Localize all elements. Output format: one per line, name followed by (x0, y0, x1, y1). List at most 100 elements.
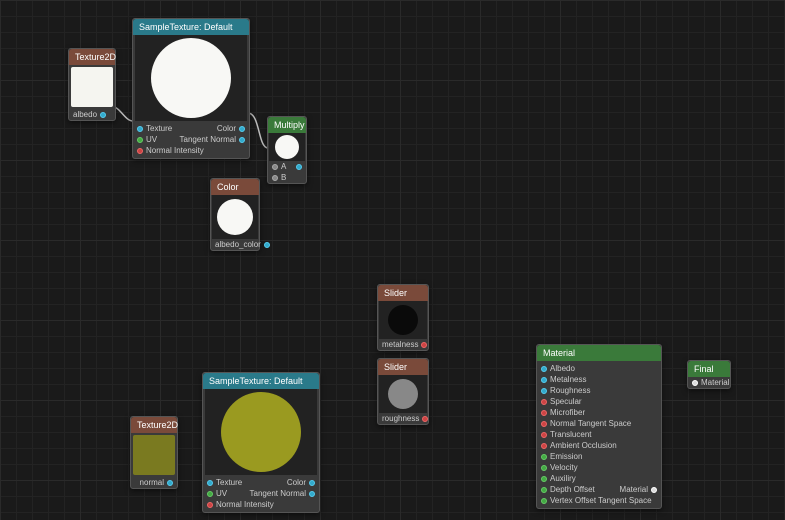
node-slider-metalness[interactable]: Slider metalness (377, 284, 429, 351)
preview-sphere-icon (275, 135, 299, 159)
node-material[interactable]: Material Albedo Metalness Roughness Specula… (536, 344, 662, 509)
port-label: Emission (550, 452, 582, 461)
node-header: SampleTexture: Default (203, 373, 319, 389)
material-port-row: Specular (537, 396, 661, 407)
preview-sphere-icon (388, 379, 418, 409)
port-in-dot[interactable] (207, 491, 213, 497)
port-label: Tangent Normal (180, 135, 236, 144)
port-in-dot[interactable] (541, 388, 547, 394)
node-header: Texture2D (69, 49, 115, 65)
node-final[interactable]: Final Material (687, 360, 731, 389)
node-sampletexture-1[interactable]: SampleTexture: Default TextureColor UVTa… (132, 18, 250, 159)
port-label: B (281, 173, 286, 182)
port-in-dot[interactable] (541, 366, 547, 372)
port-out-dot[interactable] (651, 487, 657, 493)
port-out-dot[interactable] (421, 342, 427, 348)
port-in-dot[interactable] (207, 502, 213, 508)
material-port-row: Ambient Occlusion (537, 440, 661, 451)
port-label: Color (217, 124, 236, 133)
port-out-dot[interactable] (422, 416, 428, 422)
port-label: Specular (550, 397, 582, 406)
preview-sphere-icon (221, 392, 301, 472)
material-port-row: Metalness (537, 374, 661, 385)
port-out-dot[interactable] (239, 126, 245, 132)
port-in-dot[interactable] (137, 148, 143, 154)
port-in-dot[interactable] (272, 164, 278, 170)
port-label: Roughness (550, 386, 590, 395)
preview-sphere-icon (151, 38, 231, 118)
port-in-dot[interactable] (541, 399, 547, 405)
port-in-dot[interactable] (541, 476, 547, 482)
port-in-dot[interactable] (692, 380, 698, 386)
port-in-dot[interactable] (541, 421, 547, 427)
port-label: UV (216, 489, 227, 498)
port-out-dot[interactable] (309, 491, 315, 497)
port-label: Depth Offset (550, 485, 595, 494)
port-label: Albedo (550, 364, 575, 373)
port-in-dot[interactable] (541, 432, 547, 438)
node-header: Final (688, 361, 730, 377)
node-header: Slider (378, 359, 428, 375)
port-label: Auxiliry (550, 474, 576, 483)
material-port-row: Emission (537, 451, 661, 462)
port-label: Normal Tangent Space (550, 419, 631, 428)
node-slider-roughness[interactable]: Slider roughness (377, 358, 429, 425)
port-label: metalness (382, 340, 418, 349)
node-multiply[interactable]: Multiply A B (267, 116, 307, 184)
node-header: Material (537, 345, 661, 361)
node-header: SampleTexture: Default (133, 19, 249, 35)
material-port-row: Translucent (537, 429, 661, 440)
port-in-dot[interactable] (541, 377, 547, 383)
port-label: Texture (216, 478, 242, 487)
port-out-dot[interactable] (309, 480, 315, 486)
port-label: normal (140, 478, 164, 487)
port-out-dot[interactable] (296, 164, 302, 170)
material-port-row: Depth Offset Material (537, 484, 661, 495)
node-color[interactable]: Color albedo_color (210, 178, 260, 251)
material-port-row: Normal Tangent Space (537, 418, 661, 429)
texture2d-preview (133, 435, 175, 475)
port-label: roughness (382, 414, 419, 423)
material-port-row: Microfiber (537, 407, 661, 418)
port-out-dot[interactable] (264, 242, 270, 248)
canvas-grid[interactable] (0, 0, 785, 520)
port-in-dot[interactable] (541, 498, 547, 504)
port-label: Metalness (550, 375, 586, 384)
port-label: Color (287, 478, 306, 487)
material-port-row: Auxiliry (537, 473, 661, 484)
port-label: albedo (73, 110, 97, 119)
port-in-dot[interactable] (541, 410, 547, 416)
port-label: albedo_color (215, 240, 261, 249)
node-header: Texture2D (131, 417, 177, 433)
port-in-dot[interactable] (541, 443, 547, 449)
port-label: Material (701, 378, 729, 387)
port-in-dot[interactable] (541, 454, 547, 460)
port-in-dot[interactable] (272, 175, 278, 181)
port-in-dot[interactable] (137, 137, 143, 143)
preview-sphere-icon (217, 199, 253, 235)
port-label: Translucent (550, 430, 592, 439)
port-label: A (281, 162, 286, 171)
port-out-dot[interactable] (100, 112, 106, 118)
port-in-dot[interactable] (137, 126, 143, 132)
node-header: Slider (378, 285, 428, 301)
node-header: Multiply (268, 117, 306, 133)
material-port-row: Vertex Offset Tangent Space (537, 495, 661, 506)
port-in-dot[interactable] (541, 487, 547, 493)
port-out-dot[interactable] (239, 137, 245, 143)
port-label: UV (146, 135, 157, 144)
port-label: Normal Intensity (146, 146, 204, 155)
port-in-dot[interactable] (207, 480, 213, 486)
node-texture2d-albedo[interactable]: Texture2D albedo (68, 48, 116, 121)
port-in-dot[interactable] (541, 465, 547, 471)
port-label: Material (620, 485, 648, 494)
port-label: Ambient Occlusion (550, 441, 617, 450)
port-label: Tangent Normal (250, 489, 306, 498)
node-header: Color (211, 179, 259, 195)
node-texture2d-normal[interactable]: Texture2D normal (130, 416, 178, 489)
port-out-dot[interactable] (167, 480, 173, 486)
port-label: Microfiber (550, 408, 585, 417)
node-sampletexture-2[interactable]: SampleTexture: Default Texture Color UV Ta… (202, 372, 320, 513)
texture2d-preview (71, 67, 113, 107)
preview-sphere-icon (388, 305, 418, 335)
